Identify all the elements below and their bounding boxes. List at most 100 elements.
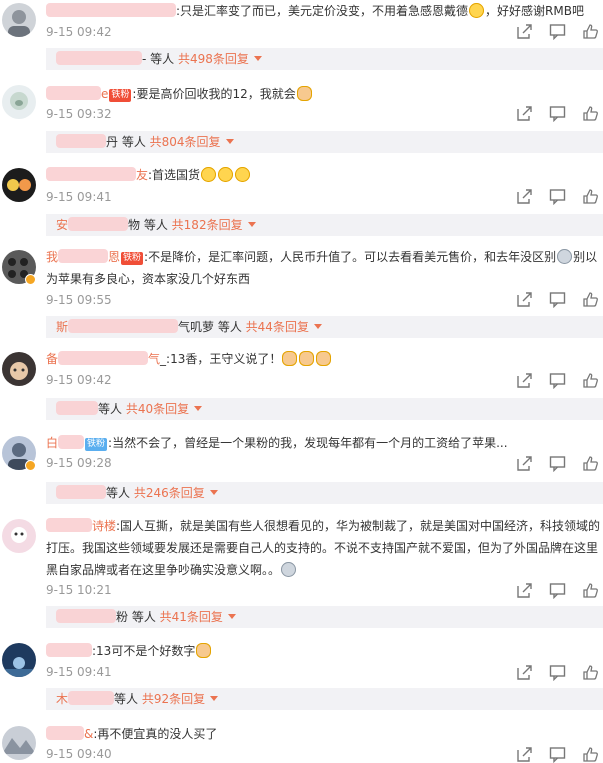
reply-user-blurred[interactable]	[56, 134, 106, 148]
comment-actions	[516, 746, 599, 763]
username-blurred[interactable]	[46, 726, 84, 740]
chevron-down-icon[interactable]	[225, 139, 234, 144]
reply-user-blurred[interactable]	[56, 401, 98, 415]
username-tail[interactable]: &	[84, 727, 93, 741]
username-blurred[interactable]	[58, 249, 109, 263]
username-tail[interactable]: 恩	[108, 250, 120, 264]
timestamp: 9-15 09:42	[46, 373, 112, 387]
thumbs-up-icon[interactable]	[582, 664, 599, 681]
reply-count[interactable]: 共804条回复	[150, 135, 221, 149]
share-icon[interactable]	[516, 664, 533, 681]
comment-text: 我恩铁粉:不是降价，是汇率问题，人民币升值了。可以去看看美元售价，和去年没区别别…	[46, 246, 602, 290]
thumbs-up-icon[interactable]	[582, 23, 599, 40]
avatar[interactable]	[2, 85, 36, 119]
reply-count[interactable]: 共246条回复	[134, 486, 205, 500]
comment-icon[interactable]	[549, 105, 566, 122]
comment-content: :13可不是个好数字	[92, 644, 196, 658]
username-tail[interactable]: e	[101, 87, 108, 101]
reply-summary[interactable]: 斯 气叽萝 等人 共44条回复	[46, 316, 603, 338]
timestamp: 9-15 10:21	[46, 583, 112, 597]
reply-summary[interactable]: 粉 等人 共41条回复	[46, 606, 603, 628]
reply-summary[interactable]: - 等人 共498条回复	[46, 48, 603, 70]
share-icon[interactable]	[516, 291, 533, 308]
chevron-down-icon[interactable]	[194, 406, 203, 411]
comment-icon[interactable]	[549, 23, 566, 40]
comment-actions	[516, 664, 599, 681]
thumbs-up-icon[interactable]	[582, 582, 599, 599]
reply-summary[interactable]: 木 等人 共92条回复	[46, 688, 603, 710]
username-head[interactable]: 我	[46, 250, 58, 264]
reply-summary[interactable]: 丹 等人 共804条回复	[46, 131, 603, 153]
comment-icon[interactable]	[549, 188, 566, 205]
timestamp: 9-15 09:32	[46, 107, 112, 121]
username-blurred[interactable]	[58, 435, 85, 449]
avatar[interactable]	[2, 643, 36, 677]
username-blurred[interactable]	[46, 86, 101, 100]
share-icon[interactable]	[516, 455, 533, 472]
avatar[interactable]	[2, 352, 36, 386]
reply-count[interactable]: 共182条回复	[172, 218, 243, 232]
reply-user-head[interactable]: 木	[56, 692, 68, 706]
verified-badge-icon	[25, 274, 36, 285]
username-head[interactable]: 备	[46, 352, 58, 366]
username-tail[interactable]: 气	[148, 352, 160, 366]
thumbs-up-icon[interactable]	[582, 105, 599, 122]
share-icon[interactable]	[516, 372, 533, 389]
chevron-down-icon[interactable]	[227, 614, 236, 619]
thumbs-up-icon[interactable]	[582, 746, 599, 763]
username-blurred[interactable]	[46, 3, 176, 17]
comment-icon[interactable]	[549, 455, 566, 472]
chevron-down-icon[interactable]	[209, 490, 218, 495]
reply-user-head[interactable]: 斯	[56, 320, 68, 334]
timestamp: 9-15 09:42	[46, 25, 112, 39]
username-head[interactable]: 白	[46, 436, 58, 450]
chevron-down-icon[interactable]	[210, 696, 219, 701]
reply-count[interactable]: 共41条回复	[160, 610, 223, 624]
chevron-down-icon[interactable]	[247, 222, 256, 227]
share-icon[interactable]	[516, 105, 533, 122]
comment-icon[interactable]	[549, 372, 566, 389]
reply-user-blurred[interactable]	[68, 217, 129, 231]
reply-user-blurred[interactable]	[56, 609, 116, 623]
chevron-down-icon[interactable]	[313, 324, 322, 329]
avatar[interactable]	[2, 3, 36, 37]
avatar[interactable]	[2, 168, 36, 202]
reply-users: 粉 等人	[116, 610, 156, 624]
reply-summary[interactable]: 等人 共246条回复	[46, 482, 603, 504]
reply-count[interactable]: 共40条回复	[126, 402, 189, 416]
comment-icon[interactable]	[549, 664, 566, 681]
username-blurred[interactable]	[46, 167, 136, 181]
share-icon[interactable]	[516, 582, 533, 599]
thumbs-up-icon[interactable]	[582, 372, 599, 389]
comment-icon[interactable]	[549, 582, 566, 599]
share-icon[interactable]	[516, 23, 533, 40]
username-tail[interactable]: 诗楼	[92, 519, 116, 533]
thumbs-up-icon[interactable]	[582, 455, 599, 472]
share-icon[interactable]	[516, 188, 533, 205]
reply-user-blurred[interactable]	[68, 691, 115, 705]
comment-icon[interactable]	[549, 746, 566, 763]
reply-count[interactable]: 共498条回复	[178, 52, 249, 66]
thumbs-up-icon[interactable]	[582, 291, 599, 308]
username-blurred[interactable]	[58, 351, 149, 365]
comment-content: :只是汇率变了而已，美元定价没变，不用着急感恩戴德	[176, 4, 469, 18]
reply-summary[interactable]: 等人 共40条回复	[46, 398, 603, 420]
share-icon[interactable]	[516, 746, 533, 763]
username-blurred[interactable]	[46, 643, 92, 657]
reply-count[interactable]: 共92条回复	[142, 692, 205, 706]
avatar[interactable]	[2, 726, 36, 760]
reply-summary[interactable]: 安 物 等人 共182条回复	[46, 214, 603, 236]
avatar[interactable]	[2, 519, 36, 553]
reply-users: 物 等人	[128, 218, 168, 232]
username-tail[interactable]: 友	[136, 168, 148, 182]
username-blurred[interactable]	[46, 518, 92, 532]
comment-icon[interactable]	[549, 291, 566, 308]
reply-user-head[interactable]: 安	[56, 218, 68, 232]
reply-user-blurred[interactable]	[68, 319, 179, 333]
comment-actions	[516, 455, 599, 472]
reply-count[interactable]: 共44条回复	[246, 320, 309, 334]
reply-user-blurred[interactable]	[56, 51, 142, 65]
reply-user-blurred[interactable]	[56, 485, 106, 499]
thumbs-up-icon[interactable]	[582, 188, 599, 205]
chevron-down-icon[interactable]	[253, 56, 262, 61]
